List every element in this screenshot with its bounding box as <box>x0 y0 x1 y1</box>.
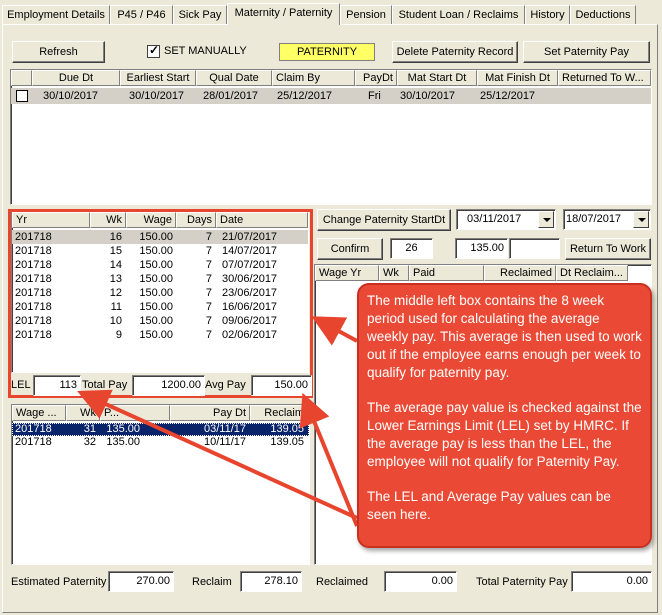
grid-header[interactable]: Wk <box>66 405 100 421</box>
grid-cell: 30/10/2017 <box>400 90 456 102</box>
tab-maternity-paternity[interactable]: Maternity / Paternity <box>227 3 340 25</box>
avg-pay-label: Avg Pay <box>205 379 246 391</box>
grid-cell: 03/11/17 <box>203 423 246 435</box>
grid-header[interactable]: Wage Yr <box>315 265 379 281</box>
grid-header[interactable]: Dt Reclaim... <box>556 265 628 281</box>
table-row[interactable]: 201718 31 135.00 03/11/17 139.05 <box>12 423 309 436</box>
second-date-value: 18/07/2017 <box>566 213 622 225</box>
chevron-down-icon[interactable] <box>538 211 554 228</box>
estimated-paternity-label: Estimated Paternity <box>11 576 107 588</box>
callout-paragraph: The average pay value is checked against… <box>367 400 642 469</box>
total-pay-field[interactable]: 1200.00 <box>132 375 205 396</box>
pay-schedule-grid[interactable]: Wage ... Wk P... Pay Dt Reclaim 201718 31… <box>11 404 310 565</box>
lel-field[interactable]: 113 <box>33 375 81 396</box>
set-manually-checkbox[interactable]: ✓ <box>147 43 160 58</box>
grid-header[interactable]: Wk <box>379 265 409 281</box>
estimated-paternity-field[interactable]: 270.00 <box>108 571 174 592</box>
grid-cell: 201718 <box>15 436 52 448</box>
grid-cell: 25/12/2017 <box>480 90 536 102</box>
grid-header[interactable]: Mat Start Dt <box>397 70 477 86</box>
grid-header[interactable]: Pay Dt <box>170 405 250 421</box>
tab-sick-pay[interactable]: Sick Pay <box>173 5 227 24</box>
grid-header[interactable]: Mat Finish Dt <box>477 70 558 86</box>
annotation-callout: The middle left box contains the 8 week … <box>357 283 652 548</box>
grid-header[interactable]: Reclaim <box>250 405 308 421</box>
set-manually-label: SET MANUALLY <box>164 45 247 57</box>
reclaim-field[interactable]: 278.10 <box>240 571 302 592</box>
row-checkbox[interactable] <box>16 90 28 102</box>
avg-pay-field[interactable]: 150.00 <box>251 375 312 396</box>
reclaimed-field[interactable]: 0.00 <box>384 571 457 592</box>
grid-cell: 135.00 <box>106 423 140 435</box>
grid-cell: 30/10/2017 <box>129 90 185 102</box>
highlight-box <box>8 209 313 398</box>
grid-header[interactable]: Wage ... <box>12 405 66 421</box>
start-date-value: 03/11/2017 <box>467 213 522 225</box>
change-paternity-start-button[interactable]: Change Paternity StartDt <box>317 209 451 231</box>
tab-bar: Employment Details P45 / P46 Sick Pay Ma… <box>2 3 660 25</box>
check-icon: ✓ <box>149 43 160 57</box>
grid-header[interactable]: Qual Date <box>196 70 272 86</box>
tab-employment-details[interactable]: Employment Details <box>2 5 110 24</box>
tab-p45-p46[interactable]: P45 / P46 <box>110 5 173 24</box>
grid-header[interactable]: P... <box>100 405 170 421</box>
total-paternity-pay-label: Total Paternity Pay <box>476 576 568 588</box>
reclaimed-label: Reclaimed <box>316 576 368 588</box>
reclaim-label: Reclaim <box>192 576 232 588</box>
grid-header[interactable]: Returned To W... <box>558 70 651 86</box>
amount-field[interactable]: 135.00 <box>455 238 508 259</box>
chevron-down-icon[interactable] <box>633 211 649 228</box>
grid-cell: 135.00 <box>106 436 140 448</box>
grid-cell: 201718 <box>15 423 52 435</box>
total-pay-label: Total Pay <box>82 379 128 391</box>
table-row[interactable]: 201718 32 135.00 10/11/17 139.05 <box>12 436 309 449</box>
tab-pension[interactable]: Pension <box>340 5 392 24</box>
grid-header[interactable]: Earliest Start <box>120 70 196 86</box>
return-to-work-button[interactable]: Return To Work <box>565 238 651 260</box>
refresh-button[interactable]: Refresh <box>12 41 105 63</box>
grid-header[interactable]: Claim By <box>272 70 355 86</box>
grid-cell: 139.05 <box>270 436 304 448</box>
tab-student-loan-reclaims[interactable]: Student Loan / Reclaims <box>392 5 525 24</box>
second-date-combo[interactable]: 18/07/2017 <box>563 209 651 230</box>
table-row[interactable]: 30/10/2017 30/10/2017 28/01/2017 25/12/2… <box>11 88 651 104</box>
grid-header[interactable]: Reclaimed <box>484 265 556 281</box>
tab-deductions[interactable]: Deductions <box>570 5 636 24</box>
paternity-record-grid[interactable]: Due Dt Earliest Start Qual Date Claim By… <box>10 69 652 205</box>
lel-label: LEL <box>11 379 31 391</box>
grid-header-select <box>11 70 32 86</box>
total-paternity-pay-field[interactable]: 0.00 <box>571 571 652 592</box>
set-paternity-pay-button[interactable]: Set Paternity Pay <box>523 41 650 63</box>
delete-paternity-record-button[interactable]: Delete Paternity Record <box>392 41 518 63</box>
tab-history[interactable]: History <box>525 5 570 24</box>
grid-cell: 139.05 <box>270 423 304 435</box>
callout-paragraph: The middle left box contains the 8 week … <box>367 293 642 380</box>
start-date-combo[interactable]: 03/11/2017 <box>456 209 556 230</box>
grid-header[interactable]: Due Dt <box>32 70 120 86</box>
grid-header[interactable]: PayDt <box>355 70 397 86</box>
paternity-badge: PATERNITY <box>279 43 375 61</box>
weeks-field[interactable]: 26 <box>390 238 433 259</box>
grid-cell: 10/11/17 <box>203 436 246 448</box>
grid-cell: 28/01/2017 <box>203 90 259 102</box>
confirm-button[interactable]: Confirm <box>317 238 383 260</box>
extra-field[interactable] <box>509 238 560 259</box>
grid-cell: Fri <box>368 90 381 102</box>
grid-cell: 30/10/2017 <box>43 90 99 102</box>
grid-header[interactable]: Paid <box>409 265 484 281</box>
callout-paragraph: The LEL and Average Pay values can be se… <box>367 489 611 522</box>
grid-cell: 25/12/2017 <box>277 90 333 102</box>
